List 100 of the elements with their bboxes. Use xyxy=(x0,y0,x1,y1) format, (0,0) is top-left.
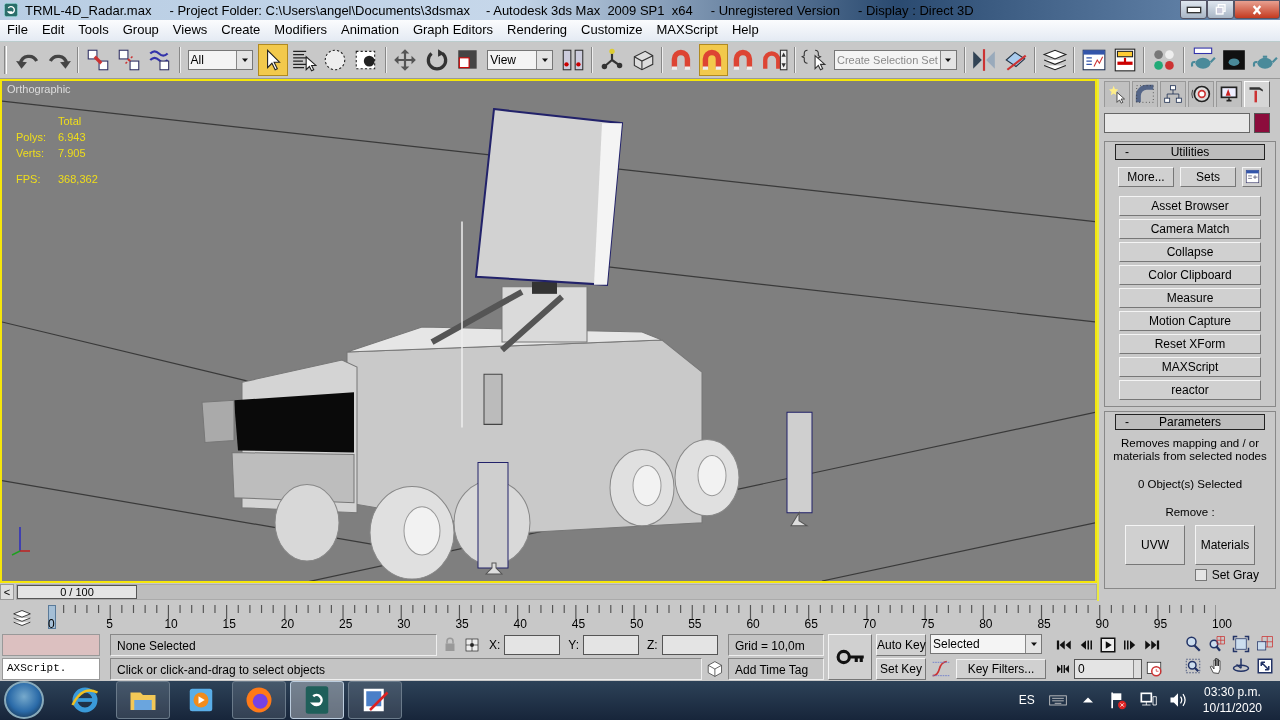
clock-time[interactable]: 03:30 p.m. xyxy=(1204,684,1261,701)
motion-tab[interactable] xyxy=(1188,80,1214,107)
menu-item[interactable]: File xyxy=(0,20,35,41)
set-key-button[interactable]: Set Key xyxy=(876,657,926,680)
previous-frame-button[interactable]: < xyxy=(0,583,14,600)
sets-button[interactable]: Sets xyxy=(1180,166,1236,187)
utility-button[interactable]: reactor xyxy=(1119,379,1261,400)
utility-button[interactable]: Motion Capture xyxy=(1119,310,1261,331)
selection-filter-dropdown[interactable]: All xyxy=(187,49,254,70)
object-name-field[interactable] xyxy=(1104,112,1250,133)
display-tab[interactable] xyxy=(1216,80,1242,107)
frame-number: 25 xyxy=(339,616,353,631)
menu-item[interactable]: Create xyxy=(214,20,268,41)
current-frame-field[interactable]: 0 xyxy=(1074,658,1142,679)
angle-snap-button[interactable] xyxy=(698,43,728,76)
coordinate-label: X: xyxy=(489,637,501,652)
zoom-extents-all-button[interactable] xyxy=(1254,633,1276,654)
taskbar-app-button[interactable] xyxy=(290,681,344,720)
window-title: - Display : Direct 3D xyxy=(858,2,974,18)
stats-heading: Total xyxy=(58,113,83,128)
taskbar-app-button[interactable] xyxy=(348,681,402,720)
clock-date[interactable]: 10/11/2020 xyxy=(1202,700,1262,717)
utility-button[interactable]: Camera Match xyxy=(1119,218,1261,239)
sets-config-button[interactable] xyxy=(1242,166,1262,187)
utility-button[interactable]: Asset Browser xyxy=(1119,195,1261,216)
start-button[interactable] xyxy=(4,681,44,720)
object-color-swatch[interactable] xyxy=(1254,112,1270,133)
menu-item[interactable]: Help xyxy=(724,20,766,41)
frame-number: 0 xyxy=(48,616,55,631)
hierarchy-icon xyxy=(1163,84,1183,105)
star-cursor-icon xyxy=(1107,84,1127,105)
menu-item[interactable]: Graph Editors xyxy=(405,20,501,41)
modify-tab[interactable] xyxy=(1132,80,1158,107)
utility-button[interactable]: Reset XForm xyxy=(1119,333,1261,354)
transform-mode-button[interactable] xyxy=(463,635,481,654)
listener-input-field[interactable]: AXScript. xyxy=(2,657,100,680)
taskbar-app-button[interactable] xyxy=(116,681,170,720)
create-tab[interactable] xyxy=(1104,80,1130,107)
zoom-all-icon xyxy=(1208,634,1226,653)
list-icon xyxy=(1244,169,1260,185)
minimize-button[interactable] xyxy=(1180,0,1207,19)
coordinate-field[interactable] xyxy=(661,634,718,655)
play-icon xyxy=(1099,635,1117,654)
utility-button[interactable]: Color Clipboard xyxy=(1119,264,1261,285)
stat-value: 368,362 xyxy=(58,171,98,186)
taskbar-app-button[interactable] xyxy=(232,681,286,720)
curve-icon xyxy=(1135,84,1155,105)
utility-button[interactable]: Measure xyxy=(1119,287,1261,308)
frame-number: 50 xyxy=(630,616,644,631)
language-indicator[interactable]: ES xyxy=(1018,693,1035,708)
frame-number: 85 xyxy=(1037,616,1051,631)
auto-key-button[interactable]: Auto Key xyxy=(876,633,926,656)
menu-item[interactable]: Customize xyxy=(574,20,650,41)
menu-item[interactable]: Rendering xyxy=(500,20,575,41)
coordinate-field[interactable] xyxy=(583,634,640,655)
menu-item[interactable]: Views xyxy=(165,20,215,41)
description-text: Removes mapping and / or materials from selected nodes xyxy=(1112,436,1268,463)
menu-item[interactable]: Tools xyxy=(71,20,116,41)
stat-label: FPS: xyxy=(16,171,42,186)
frame-number: 90 xyxy=(1095,616,1109,631)
coordinate-label: Z: xyxy=(647,637,658,652)
key-set-dropdown[interactable]: Selected xyxy=(930,633,1042,654)
current-frame-marker[interactable] xyxy=(48,604,56,629)
coordinate-field[interactable] xyxy=(504,634,561,655)
menu-item[interactable]: Modifiers xyxy=(267,20,335,41)
time-slider-thumb[interactable]: 0 / 100 xyxy=(17,584,137,599)
hierarchy-tab[interactable] xyxy=(1160,80,1186,107)
rollout-title: Parameters xyxy=(1158,414,1222,429)
close-button[interactable] xyxy=(1234,0,1280,19)
rollout-header[interactable]: - Utilities xyxy=(1115,143,1265,160)
cube-icon[interactable] xyxy=(706,659,724,678)
stat-value: 6.943 xyxy=(58,129,87,144)
orbit-icon xyxy=(1232,656,1250,675)
more-button[interactable]: More... xyxy=(1118,166,1174,187)
frame-number: 70 xyxy=(862,616,877,631)
zoom-extents-all-icon xyxy=(1256,634,1274,653)
coordinate-system-dropdown[interactable]: View xyxy=(487,49,554,70)
frame-number: 75 xyxy=(921,616,935,631)
menu-item[interactable]: Group xyxy=(115,20,166,41)
mirror-icon xyxy=(971,46,998,73)
add-time-tag-button[interactable]: Add Time Tag xyxy=(728,657,824,680)
frame-number: 95 xyxy=(1153,616,1168,631)
utility-button[interactable]: MAXScript xyxy=(1119,356,1261,377)
restore-button[interactable] xyxy=(1207,0,1234,19)
frame-number: 45 xyxy=(571,616,586,631)
menu-item[interactable]: Animation xyxy=(334,20,406,41)
utility-button[interactable]: Collapse xyxy=(1119,241,1261,262)
remove-option-button[interactable]: Materials xyxy=(1195,524,1255,565)
key-filters-button[interactable]: Key Filters... xyxy=(956,658,1046,679)
select-object-button[interactable] xyxy=(258,43,288,76)
zoom-extents-button[interactable] xyxy=(1230,633,1252,654)
frame-number: 40 xyxy=(513,616,527,631)
utilities-tab[interactable] xyxy=(1244,80,1270,107)
remove-option-button[interactable]: UVW xyxy=(1125,524,1185,565)
checkbox[interactable] xyxy=(1194,568,1207,581)
listener-output-field[interactable] xyxy=(2,633,100,656)
menu-item[interactable]: MAXScript xyxy=(649,20,725,41)
menu-item[interactable]: Edit xyxy=(34,20,72,41)
set-keys-button[interactable] xyxy=(828,633,872,680)
rollout-header[interactable]: - Parameters xyxy=(1115,413,1265,430)
